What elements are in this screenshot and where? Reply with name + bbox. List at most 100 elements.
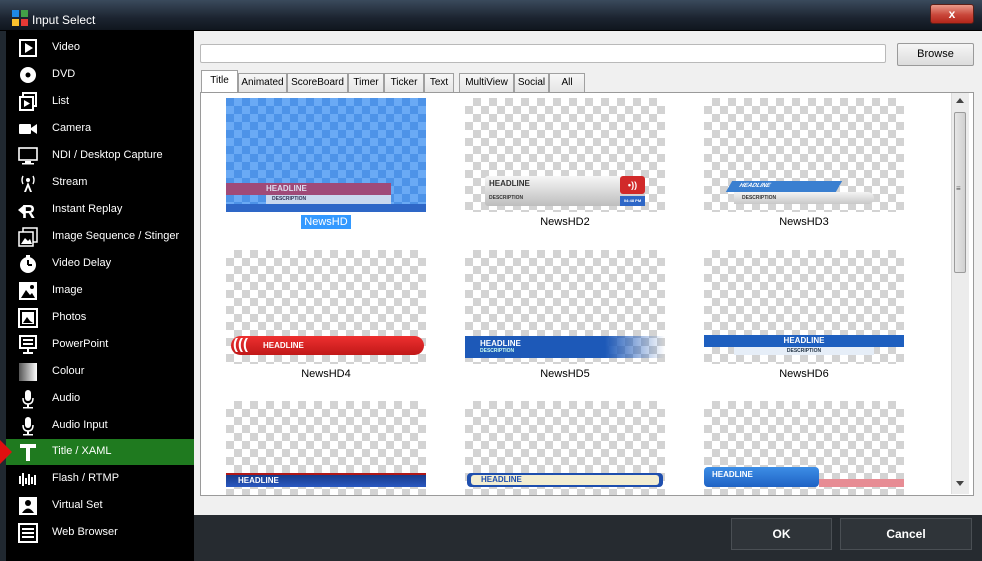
sidebar-item-photos[interactable]: Photos [6, 305, 194, 331]
virtual-set-icon [19, 497, 37, 515]
description-bar: DESCRIPTION [266, 195, 391, 204]
file-path-input[interactable] [200, 44, 886, 63]
sidebar-item-label: Title / XAML [52, 445, 112, 457]
gallery-scrollbar[interactable]: ≡ [951, 93, 969, 494]
flash-icon [19, 473, 36, 486]
sidebar-item-label: PowerPoint [52, 338, 109, 350]
headline-bar: HEADLINE [226, 473, 426, 487]
sidebar-item-label: Instant Replay [52, 203, 123, 215]
close-icon: x [948, 7, 956, 21]
sidebar-item-instant-replay[interactable]: R Instant Replay [6, 197, 194, 223]
browse-button[interactable]: Browse [897, 43, 974, 66]
scroll-down-icon[interactable] [956, 481, 964, 486]
template-name: NewsHD3 [779, 216, 829, 228]
title-icon [20, 444, 36, 461]
dvd-icon [20, 67, 36, 83]
sidebar-item-audio[interactable]: Audio [6, 386, 194, 412]
sidebar-item-ndi-desktop-capture[interactable]: NDI / Desktop Capture [6, 143, 194, 169]
sidebar-item-list[interactable]: List [6, 89, 194, 115]
close-button[interactable]: x [930, 4, 974, 24]
powerpoint-icon [19, 335, 37, 354]
stream-icon [21, 175, 35, 192]
sidebar-item-image-sequence-stinger[interactable]: Image Sequence / Stinger [6, 224, 194, 250]
sidebar-item-flash-rtmp[interactable]: Flash / RTMP [6, 466, 194, 492]
sidebar-item-camera[interactable]: Camera [6, 116, 194, 142]
template-name: NewsHD2 [540, 216, 590, 228]
tab-animated[interactable]: Animated [238, 73, 287, 92]
sidebar-item-label: Virtual Set [52, 499, 103, 511]
sidebar-item-title-xaml[interactable]: Title / XAML [6, 439, 194, 465]
camera-icon [19, 124, 37, 134]
sidebar-item-label: DVD [52, 68, 76, 80]
sidebar-item-stream[interactable]: Stream [6, 170, 194, 196]
headline-text: HEADLINE [489, 179, 530, 188]
template-thumbnail: HEADLINE DESCRIPTION [465, 250, 665, 364]
sidebar-item-label: Flash / RTMP [52, 472, 120, 484]
delay-icon [20, 255, 36, 273]
base-bar [226, 204, 426, 212]
headline-text: HEADLINE [480, 339, 521, 348]
ok-button[interactable]: OK [731, 518, 832, 550]
sidebar-item-video[interactable]: Video [6, 35, 194, 61]
tab-title[interactable]: Title [201, 70, 238, 93]
description-text: DESCRIPTION [480, 348, 515, 354]
accent-bar [819, 479, 904, 487]
image-sequence-icon [18, 227, 38, 247]
time-label: 04:48 PM [620, 196, 645, 206]
tab-all[interactable]: All [549, 73, 585, 92]
window-title: Input Select [32, 13, 96, 27]
template-name: NewsHD4 [301, 368, 351, 380]
sidebar-item-video-delay[interactable]: Video Delay [6, 251, 194, 277]
app-logo-icon [12, 10, 28, 26]
cancel-button[interactable]: Cancel [840, 518, 972, 550]
tab-text[interactable]: Text [424, 73, 454, 92]
sidebar-item-label: Web Browser [52, 526, 118, 538]
monitor-icon [18, 147, 38, 165]
headline-bar: HEADLINE [704, 335, 904, 347]
description-bar: DESCRIPTION [734, 192, 874, 204]
headline-bar: HEADLINE [704, 467, 819, 487]
sidebar-item-web-browser[interactable]: Web Browser [6, 520, 194, 546]
colour-icon [19, 363, 37, 381]
template-thumbnail: HEADLINE ((( [226, 250, 426, 364]
sidebar-item-label: Audio Input [52, 419, 108, 431]
description-bar: DESCRIPTION [734, 347, 874, 355]
template-thumbnail: HEADLINE [465, 401, 665, 495]
microphone-icon [22, 417, 34, 436]
sidebar-item-dvd[interactable]: DVD [6, 62, 194, 88]
image-icon [19, 282, 37, 300]
photos-icon [18, 308, 38, 328]
description-text: DESCRIPTION [489, 195, 524, 201]
sidebar-item-label: NDI / Desktop Capture [52, 149, 163, 161]
tab-ticker[interactable]: Ticker [384, 73, 424, 92]
sidebar-item-label: Video [52, 41, 80, 53]
template-thumbnail: HEADLINE DESCRIPTION [226, 98, 426, 212]
template-thumbnail: HEADLINE DESCRIPTION [704, 250, 904, 364]
template-thumbnail: HEADLINE [226, 401, 426, 495]
tab-scoreboard[interactable]: ScoreBoard [287, 73, 348, 92]
sidebar-item-label: List [52, 95, 70, 107]
list-icon [19, 92, 37, 111]
sidebar-item-virtual-set[interactable]: Virtual Set [6, 493, 194, 519]
template-gallery: HEADLINE DESCRIPTION NewsHD HEADLINE DES… [200, 92, 974, 496]
replay-icon: R [18, 202, 35, 220]
sidebar-item-audio-input[interactable]: Audio Input [6, 413, 194, 439]
sidebar-item-colour[interactable]: Colour [6, 359, 194, 385]
scroll-up-icon[interactable] [956, 98, 964, 103]
sidebar-item-label: Image Sequence / Stinger [52, 230, 180, 242]
scroll-grip-icon: ≡ [956, 184, 961, 193]
tab-multiview[interactable]: MultiView [459, 73, 514, 92]
microphone-icon [22, 390, 34, 409]
template-thumbnail: HEADLINE DESCRIPTION •)) 04:48 PM [465, 98, 665, 212]
wave-icon: ((( [233, 336, 248, 353]
live-signal-icon: •)) [620, 176, 645, 194]
sidebar-item-label: Stream [52, 176, 88, 188]
tab-social[interactable]: Social [514, 73, 549, 92]
selection-pointer-arrow-icon [0, 440, 12, 464]
tab-timer[interactable]: Timer [348, 73, 384, 92]
web-browser-icon [18, 523, 38, 543]
template-thumbnail: HEADLINE [704, 401, 904, 495]
headline-bar: HEADLINE [231, 336, 424, 355]
sidebar-item-powerpoint[interactable]: PowerPoint [6, 332, 194, 358]
sidebar-item-image[interactable]: Image [6, 278, 194, 304]
